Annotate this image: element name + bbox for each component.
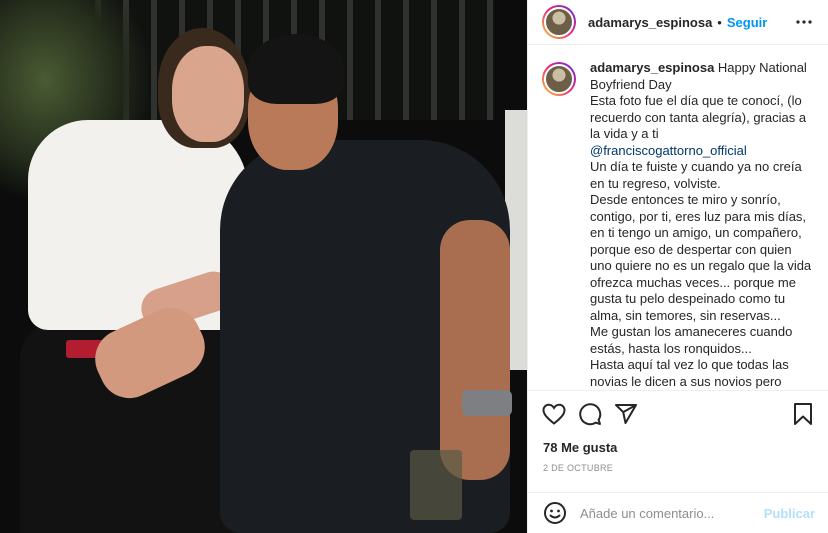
emoji-icon[interactable] <box>542 500 568 526</box>
heart-icon[interactable] <box>540 400 568 428</box>
avatar-image <box>544 64 574 94</box>
header-separator: • <box>717 14 722 30</box>
caption-line-2: Esta foto fue el día que te conocí, (lo … <box>590 93 807 141</box>
likes-count[interactable]: 78 Me gusta <box>543 440 617 455</box>
header-avatar[interactable] <box>542 5 576 39</box>
comment-bar: Publicar <box>528 492 828 533</box>
caption-line-5: Me gustan los amaneceres cuando estás, h… <box>590 324 793 356</box>
caption-line-4: Desde entonces te miro y sonrío, contigo… <box>590 192 812 323</box>
bookmark-icon[interactable] <box>789 400 817 428</box>
wrist-watch <box>462 390 512 416</box>
caption-avatar[interactable] <box>542 62 576 96</box>
caption-mention-link[interactable]: @franciscogattorno_official <box>590 143 747 158</box>
more-horizontal-icon[interactable] <box>793 11 815 33</box>
man-arm <box>440 220 510 480</box>
publish-button[interactable]: Publicar <box>764 506 815 521</box>
comment-input[interactable] <box>580 505 750 521</box>
action-bar <box>528 390 828 436</box>
man-hair <box>248 34 344 104</box>
post-photo[interactable] <box>0 0 527 533</box>
share-icon[interactable] <box>612 400 640 428</box>
caption-line-6: Hasta aquí tal vez lo que todas las novi… <box>590 357 789 389</box>
avatar-image <box>544 7 574 37</box>
caption-line-3: Un día te fuiste y cuando ya no creía en… <box>590 159 802 191</box>
woman-face <box>172 46 244 142</box>
caption-username[interactable]: adamarys_espinosa <box>590 60 714 75</box>
comment-icon[interactable] <box>576 400 604 428</box>
drink-glass <box>410 450 462 520</box>
caption-text: adamarys_espinosa Happy National Boyfrie… <box>590 60 815 390</box>
caption-area: adamarys_espinosa Happy National Boyfrie… <box>528 60 828 390</box>
post-header: adamarys_espinosa • Seguir <box>528 0 828 45</box>
follow-button[interactable]: Seguir <box>727 15 767 30</box>
post-date[interactable]: 2 DE OCTUBRE <box>543 463 613 473</box>
header-username[interactable]: adamarys_espinosa <box>588 15 712 30</box>
post-side-panel: adamarys_espinosa • Seguir adamarys_espi… <box>527 0 828 533</box>
